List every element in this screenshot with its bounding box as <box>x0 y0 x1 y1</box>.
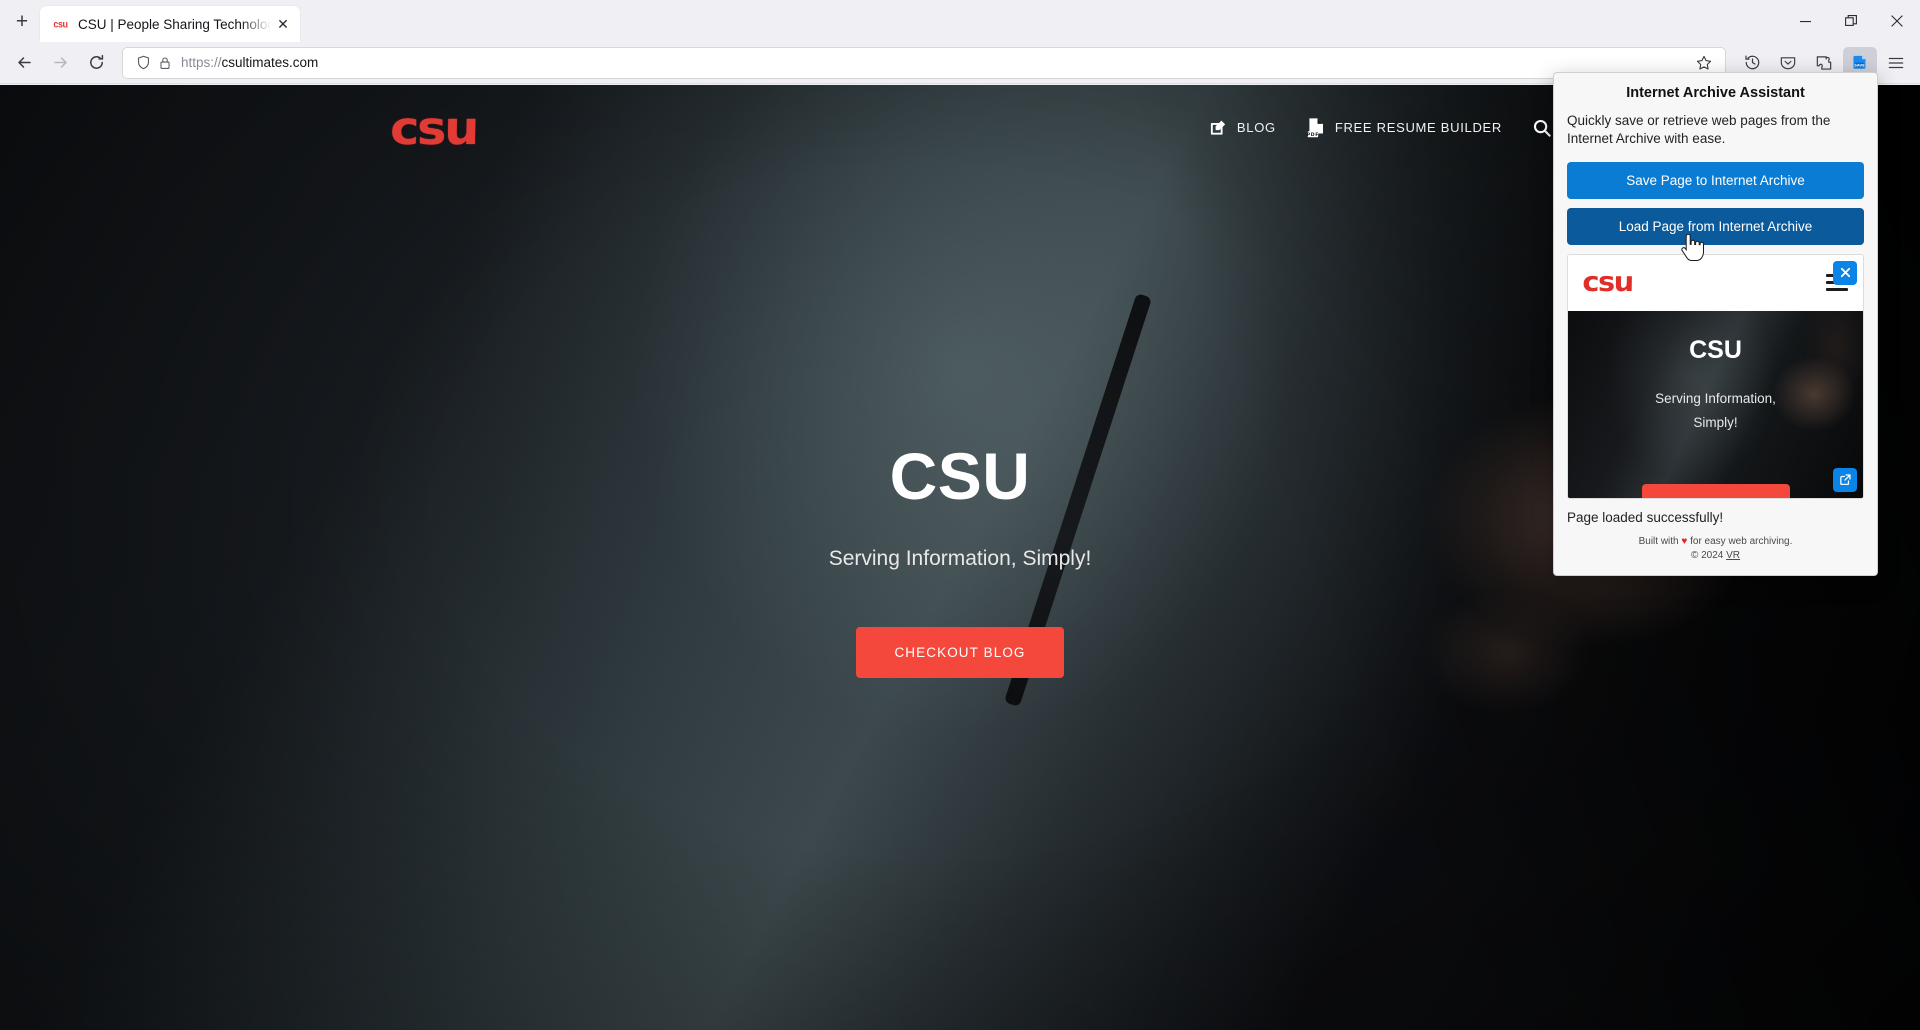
checkout-blog-button[interactable]: CHECKOUT BLOG <box>856 627 1064 678</box>
svg-text:SAVE: SAVE <box>1854 63 1865 67</box>
hamburger-menu-icon[interactable] <box>1879 47 1913 79</box>
preview-close-icon[interactable] <box>1833 260 1857 285</box>
preview-hero-subtitle-line1: Serving Information, <box>1655 390 1776 406</box>
nav-item-blog[interactable]: BLOG <box>1209 118 1276 137</box>
window-controls <box>1782 0 1920 42</box>
preview-hero: CSU Serving Information, Simply! <box>1568 310 1863 498</box>
url-text: https://csultimates.com <box>181 55 1689 70</box>
plus-icon: + <box>15 9 29 33</box>
favicon-text: csu <box>53 18 68 30</box>
popup-footer: Built with ♥ for easy web archiving. © 2… <box>1567 535 1864 564</box>
nav-item-free-resume-builder[interactable]: PDF FREE RESUME BUILDER <box>1306 117 1502 139</box>
close-button[interactable] <box>1874 0 1920 42</box>
preview-cta-button <box>1641 483 1790 498</box>
restore-button[interactable] <box>1828 0 1874 42</box>
preview-external-link-icon[interactable] <box>1833 467 1857 492</box>
url-bar[interactable]: https://csultimates.com <box>122 46 1726 79</box>
back-button[interactable] <box>7 47 41 79</box>
status-message: Page loaded successfully! <box>1567 509 1724 525</box>
footer-text-pre: Built with <box>1638 535 1682 547</box>
tab-favicon: csu <box>52 16 69 33</box>
lock-icon[interactable] <box>154 56 176 70</box>
site-nav: BLOG PDF FREE RESUME BUILDER <box>1209 117 1552 139</box>
save-page-to-internet-archive-button[interactable]: Save Page to Internet Archive <box>1567 161 1864 199</box>
popup-description: Quickly save or retrieve web pages from … <box>1567 113 1831 146</box>
shield-icon[interactable] <box>132 55 154 70</box>
url-host: csultimates.com <box>221 55 319 70</box>
footer-copyright: © 2024 <box>1690 550 1727 562</box>
search-icon[interactable] <box>1532 118 1552 138</box>
nav-item-free-resume-builder-label: FREE RESUME BUILDER <box>1334 120 1502 135</box>
preview-hero-subtitle-line2: Simply! <box>1693 414 1738 430</box>
new-tab-button[interactable]: + <box>4 3 40 39</box>
preview-site-logo: csu <box>1582 267 1634 299</box>
preview-site-header: csu <box>1568 254 1863 311</box>
tab-strip: + csu CSU | People Sharing Technolog ✕ <box>0 0 1920 42</box>
site-logo[interactable]: csu <box>390 101 478 155</box>
tab-close-icon[interactable]: ✕ <box>272 13 294 35</box>
popup-title: Internet Archive Assistant <box>1626 85 1805 101</box>
preview-hero-subtitle: Serving Information, Simply! <box>1655 387 1776 436</box>
load-page-from-internet-archive-button[interactable]: Load Page from Internet Archive <box>1567 207 1864 245</box>
internet-archive-assistant-popup: Internet Archive Assistant Quickly save … <box>1553 72 1878 576</box>
pdf-file-icon: PDF <box>1306 117 1326 139</box>
forward-button[interactable] <box>43 47 77 79</box>
preview-hero-title: CSU <box>1689 335 1742 364</box>
svg-text:PDF: PDF <box>1307 132 1319 138</box>
pencil-edit-icon <box>1209 118 1228 137</box>
hero-subtitle: Serving Information, Simply! <box>828 547 1092 570</box>
browser-window: + csu CSU | People Sharing Technolog ✕ h… <box>0 0 1920 1030</box>
hero-title: CSU <box>889 439 1031 513</box>
nav-item-blog-label: BLOG <box>1236 120 1276 135</box>
reload-button[interactable] <box>79 47 113 79</box>
footer-author-link[interactable]: VR <box>1726 550 1740 561</box>
footer-text-post: for easy web archiving. <box>1687 535 1793 547</box>
tab-title: CSU | People Sharing Technolog <box>78 16 271 32</box>
browser-tab[interactable]: csu CSU | People Sharing Technolog ✕ <box>40 6 300 42</box>
url-scheme: https:// <box>181 55 222 70</box>
minimize-button[interactable] <box>1782 0 1828 42</box>
archived-page-preview[interactable]: csu CSU Serving Information, Simply! <box>1567 253 1864 499</box>
